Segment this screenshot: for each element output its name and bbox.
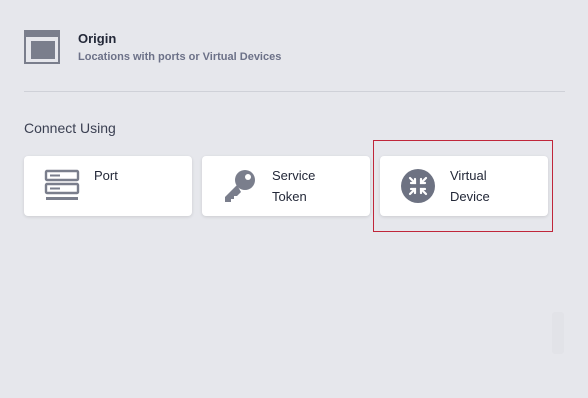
origin-header: Origin Locations with ports or Virtual D…	[24, 30, 281, 64]
origin-text: Origin Locations with ports or Virtual D…	[78, 30, 281, 63]
browser-window-icon	[24, 30, 60, 64]
service-token-option-card[interactable]: Service Token	[202, 156, 370, 216]
connect-using-heading: Connect Using	[24, 120, 116, 136]
key-icon	[225, 170, 255, 202]
option-line2: Token	[272, 189, 307, 204]
service-token-option-label: Service Token	[272, 165, 342, 207]
option-line1: Service	[272, 168, 316, 183]
server-icon	[44, 169, 80, 200]
origin-subtitle: Locations with ports or Virtual Devices	[78, 51, 282, 63]
scroll-handle[interactable]	[552, 312, 564, 354]
origin-title: Origin	[78, 31, 117, 46]
divider	[24, 91, 565, 92]
selection-highlight	[373, 140, 553, 232]
port-option-label: Port	[94, 165, 164, 186]
port-option-card[interactable]: Port	[24, 156, 192, 216]
option-line1: Port	[94, 168, 118, 183]
